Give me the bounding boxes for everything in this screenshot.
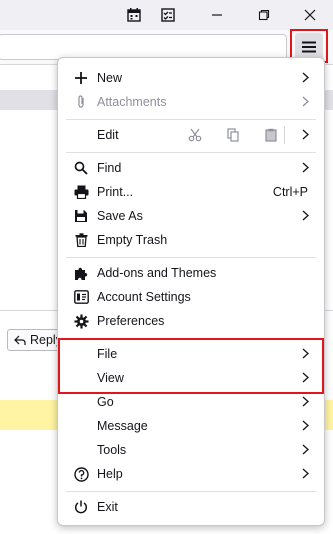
cut-icon[interactable]	[176, 123, 214, 147]
tasks-icon[interactable]	[157, 4, 179, 26]
chevron-right-icon	[300, 417, 310, 433]
power-icon	[72, 499, 90, 515]
minimize-icon[interactable]	[206, 4, 228, 26]
account-settings-icon	[72, 289, 90, 305]
plus-icon	[72, 70, 90, 86]
help-icon	[72, 466, 90, 482]
puzzle-icon	[72, 265, 90, 281]
chevron-right-icon	[300, 159, 310, 175]
menu-separator	[66, 152, 316, 153]
menu-item-preferences[interactable]: Preferences	[58, 309, 324, 333]
menu-item-label: Empty Trash	[97, 233, 168, 247]
search-icon	[72, 160, 90, 176]
menu-separator	[66, 491, 316, 492]
chevron-right-icon	[300, 393, 310, 409]
menu-item-label: Edit	[97, 128, 119, 142]
menu-item-exit[interactable]: Exit	[58, 495, 324, 519]
menu-item-label: Attachments	[97, 95, 167, 109]
menu-item-label: Preferences	[97, 314, 165, 328]
menu-item-empty-trash[interactable]: Empty Trash	[58, 228, 324, 252]
paperclip-icon	[72, 94, 90, 110]
menu-item-label: Help	[97, 467, 123, 481]
calendar-icon[interactable]	[123, 4, 145, 26]
menu-item-account-settings[interactable]: Account Settings	[58, 285, 324, 309]
menu-item-print[interactable]: Print... Ctrl+P	[58, 180, 324, 204]
chevron-right-icon	[300, 207, 310, 223]
menu-item-attachments[interactable]: Attachments	[58, 90, 324, 114]
reply-icon	[14, 335, 26, 345]
chevron-right-icon	[300, 441, 310, 457]
menu-item-label: Tools	[97, 443, 127, 457]
menu-item-label: Find	[97, 161, 122, 175]
trash-icon	[72, 232, 90, 248]
restore-icon[interactable]	[253, 4, 275, 26]
app-menu-popup: New Attachments Edit Find Print... Ctrl+…	[57, 57, 325, 526]
chevron-right-icon	[300, 465, 310, 481]
menu-item-addons[interactable]: Add-ons and Themes	[58, 261, 324, 285]
menu-item-label: Add-ons and Themes	[97, 266, 217, 280]
edit-tools	[176, 123, 290, 147]
menu-separator	[66, 257, 316, 258]
menu-item-new[interactable]: New	[58, 66, 324, 90]
shortcut-label: Ctrl+P	[272, 185, 308, 199]
menu-item-label: New	[97, 71, 123, 85]
menu-item-label: Exit	[97, 500, 118, 514]
copy-icon[interactable]	[214, 123, 252, 147]
menu-separator	[66, 119, 316, 120]
menu-item-message[interactable]: Message	[58, 414, 324, 438]
menu-item-save-as[interactable]: Save As	[58, 204, 324, 228]
menu-item-label: Print...	[97, 185, 134, 199]
edit-separator	[284, 126, 285, 144]
title-bar	[0, 0, 333, 30]
selected-message-row	[0, 90, 60, 110]
gear-icon	[72, 313, 90, 329]
menu-item-label: Message	[97, 419, 148, 433]
menu-item-label: Save As	[97, 209, 143, 223]
file-view-highlight	[58, 338, 324, 394]
chevron-right-icon	[300, 126, 310, 142]
printer-icon	[72, 184, 90, 200]
menu-item-label: Account Settings	[97, 290, 191, 304]
close-icon[interactable]	[299, 4, 321, 26]
chevron-right-icon	[300, 69, 310, 85]
menu-item-edit[interactable]: Edit	[58, 123, 324, 147]
chevron-right-icon	[300, 93, 310, 109]
menu-item-find[interactable]: Find	[58, 156, 324, 180]
menu-item-help[interactable]: Help	[58, 462, 324, 486]
save-icon	[72, 208, 90, 224]
menu-item-tools[interactable]: Tools	[58, 438, 324, 462]
menu-item-label: Go	[97, 395, 114, 409]
